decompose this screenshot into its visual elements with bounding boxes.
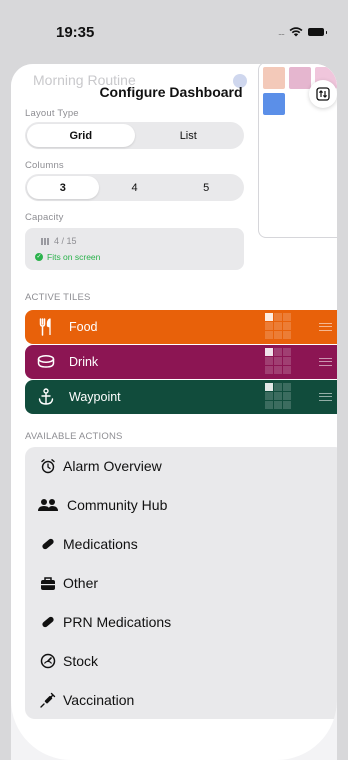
layout-option-grid[interactable]: Grid — [27, 124, 135, 147]
action-label: Vaccination — [63, 692, 135, 708]
configure-dashboard-sheet: Morning Routine Configure Dashboard Layo… — [11, 64, 337, 760]
columns-option-3[interactable]: 3 — [27, 176, 99, 199]
action-alarm-overview[interactable]: Alarm Overview — [25, 447, 337, 485]
action-vaccination[interactable]: Vaccination — [25, 681, 337, 719]
columns-option-4[interactable]: 4 — [99, 176, 171, 199]
cup-icon — [37, 353, 55, 371]
action-label: PRN Medications — [63, 614, 172, 630]
tile-size-indicator — [265, 348, 292, 375]
layout-option-list[interactable]: List — [135, 124, 243, 147]
active-tile-label: Waypoint — [69, 390, 121, 404]
checkmark-circle-icon: ✓ — [35, 253, 43, 261]
available-actions-label: AVAILABLE ACTIONS — [25, 431, 123, 442]
active-tile-food[interactable]: Food — [25, 310, 337, 344]
columns-segmented-control: 3 4 5 — [25, 174, 244, 201]
grid-icon — [41, 237, 50, 245]
swap-vertical-icon — [316, 87, 330, 101]
action-label: Community Hub — [67, 497, 168, 513]
signal-dots: .... — [277, 27, 285, 37]
action-other[interactable]: Other — [25, 564, 337, 602]
anchor-icon — [37, 388, 55, 406]
action-label: Medications — [63, 536, 138, 552]
capacity-status: ✓ Fits on screen — [35, 252, 100, 262]
gauge-icon — [39, 652, 57, 670]
capacity-count-text: 4 / 15 — [54, 236, 77, 246]
people-icon — [37, 496, 59, 514]
columns-label: Columns — [25, 160, 64, 171]
columns-option-5[interactable]: 5 — [170, 176, 242, 199]
active-tile-drink[interactable]: Drink — [25, 345, 337, 379]
capacity-box: 4 / 15 ✓ Fits on screen — [25, 228, 244, 270]
capacity-count: 4 / 15 — [41, 236, 77, 246]
action-stock[interactable]: Stock — [25, 642, 337, 680]
fork-knife-icon — [37, 318, 55, 336]
active-tile-label: Drink — [69, 355, 99, 369]
available-actions-list: Alarm Overview Community Hub Medications — [25, 447, 337, 719]
status-indicators: .... — [277, 27, 327, 37]
action-prn-medications[interactable]: PRN Medications — [25, 603, 337, 641]
tile-size-indicator — [265, 383, 292, 410]
drag-handle-icon[interactable] — [319, 323, 332, 331]
action-label: Stock — [63, 653, 99, 669]
action-label: Alarm Overview — [63, 458, 162, 474]
action-label: Other — [63, 575, 99, 591]
status-bar: 19:35 .... — [0, 0, 348, 56]
capacity-status-text: Fits on screen — [47, 252, 101, 262]
alarm-clock-icon — [39, 457, 57, 475]
drag-handle-icon[interactable] — [319, 393, 332, 401]
wifi-icon — [289, 27, 303, 37]
layout-type-label: Layout Type — [25, 108, 79, 119]
swap-layout-button[interactable] — [309, 80, 337, 108]
action-community-hub[interactable]: Community Hub — [25, 486, 337, 524]
layout-type-segmented-control: Grid List — [25, 122, 244, 149]
active-tiles-label: ACTIVE TILES — [25, 292, 91, 303]
active-tile-label: Food — [69, 320, 98, 334]
status-time: 19:35 — [56, 24, 95, 41]
pill-icon — [39, 535, 57, 553]
toolbox-icon — [39, 574, 57, 592]
tile-size-indicator — [265, 313, 292, 340]
syringe-icon — [39, 691, 57, 709]
battery-icon — [308, 28, 327, 36]
pill-icon — [39, 613, 57, 631]
active-tile-waypoint[interactable]: Waypoint — [25, 380, 337, 414]
action-medications[interactable]: Medications — [25, 525, 337, 563]
page-title: Configure Dashboard — [99, 84, 243, 100]
drag-handle-icon[interactable] — [319, 358, 332, 366]
capacity-label: Capacity — [25, 212, 64, 223]
